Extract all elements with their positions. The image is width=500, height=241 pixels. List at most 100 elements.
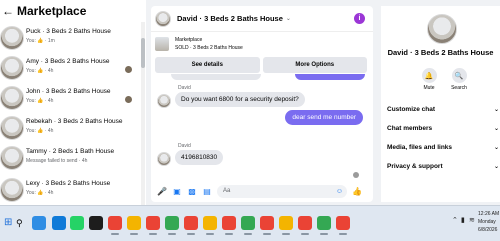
running-indicator	[339, 233, 347, 235]
chrome-icon[interactable]	[260, 216, 274, 230]
chrome-icon[interactable]	[108, 216, 122, 230]
chrome-icon[interactable]	[241, 216, 255, 230]
running-indicator	[244, 233, 252, 235]
listing-thumbnail	[0, 86, 24, 110]
previous-message-bubble	[171, 74, 261, 80]
menu-privacy-support[interactable]: Privacy & support ⌄	[387, 163, 500, 170]
chrome-icon[interactable]	[127, 216, 141, 230]
sticker-icon[interactable]: ▩	[187, 186, 197, 196]
listing-card[interactable]: Marketplace SOLD · 3 Beds 2 Baths House	[155, 36, 365, 54]
message-input[interactable]: Aa ☺	[217, 184, 347, 198]
listing-thumbnail	[155, 37, 169, 51]
chevron-down-icon: ⌄	[493, 107, 499, 113]
message-composer: 🎤 ▣ ▩ ▤ Aa ☺ 👍	[151, 180, 373, 202]
conversation-preview: You: 👍 · 4h	[26, 98, 54, 104]
chrome-icon[interactable]	[165, 216, 179, 230]
seen-avatar-badge	[125, 96, 132, 103]
chrome-icon[interactable]	[279, 216, 293, 230]
terminal-icon[interactable]	[89, 216, 103, 230]
profile-name: David · 3 Beds 2 Baths House	[387, 48, 494, 57]
store-icon[interactable]	[52, 216, 66, 230]
sender-avatar	[157, 94, 171, 108]
chat-panel: David · 3 Beds 2 Baths House ⌄ i Marketp…	[151, 6, 373, 202]
menu-customize-chat[interactable]: Customize chat ⌄	[387, 106, 500, 113]
chevron-down-icon[interactable]: ⌄	[286, 15, 291, 22]
search-action[interactable]: 🔍 Search	[447, 68, 471, 91]
menu-media-files-links[interactable]: Media, files and links ⌄	[387, 144, 500, 151]
chevron-down-icon: ⌄	[493, 145, 499, 151]
seen-avatar-badge	[125, 66, 132, 73]
incoming-message: Do you want 6800 for a security deposit?	[175, 92, 305, 107]
search-icon[interactable]: ⚲	[16, 216, 30, 230]
running-indicator	[168, 233, 176, 235]
conversation-scrollbar[interactable]	[141, 22, 145, 205]
search-icon[interactable]: 🔍	[451, 68, 467, 83]
left-header: ← Marketplace	[0, 0, 146, 22]
wifi-icon[interactable]: ≋	[469, 216, 475, 224]
running-indicator	[111, 233, 119, 235]
conversation-item[interactable]: Rebekah · 3 Beds 2 Baths House You: 👍 · …	[0, 112, 140, 142]
conversation-item[interactable]: Tammy · 2 Beds 1 Bath House Message fail…	[0, 142, 140, 172]
emoji-icon[interactable]: ☺	[336, 185, 343, 198]
chrome-icon[interactable]	[336, 216, 350, 230]
conversation-preview: You: 👍 · 1m	[26, 38, 55, 44]
image-icon[interactable]: ▣	[172, 186, 182, 196]
chat-details-panel: David · 3 Beds 2 Baths House 🔔 Mute 🔍 Se…	[381, 6, 500, 202]
conversation-title: Puck · 3 Beds 2 Baths House	[26, 28, 111, 35]
chrome-icon[interactable]	[222, 216, 236, 230]
clock-time[interactable]: 12:26 AM	[478, 211, 499, 217]
sender-avatar	[157, 152, 171, 166]
conversation-list-panel: ← Marketplace Puck · 3 Beds 2 Baths Hous…	[0, 0, 146, 205]
chrome-icon[interactable]	[317, 216, 331, 230]
conversation-preview: You: 👍 · 4h	[26, 190, 54, 196]
gif-icon[interactable]: ▤	[202, 186, 212, 196]
chevron-down-icon: ⌄	[493, 164, 499, 170]
listing-thumbnail	[0, 26, 24, 50]
running-indicator	[225, 233, 233, 235]
chrome-icon[interactable]	[146, 216, 160, 230]
chat-title[interactable]: David · 3 Beds 2 Baths House	[177, 14, 283, 23]
mute-action[interactable]: 🔔 Mute	[417, 68, 441, 91]
battery-icon[interactable]: ▮	[461, 216, 465, 224]
scrollbar-thumb[interactable]	[141, 38, 145, 68]
chrome-icon[interactable]	[203, 216, 217, 230]
chevron-down-icon: ⌄	[493, 126, 499, 132]
clock-date[interactable]: 6/8/2026	[478, 227, 497, 233]
listing-thumbnail	[0, 146, 24, 170]
running-indicator	[130, 233, 138, 235]
chrome-icon[interactable]	[184, 216, 198, 230]
profile-picture[interactable]	[427, 14, 457, 44]
incoming-message: 4196810830	[175, 150, 224, 165]
see-details-button[interactable]: See details	[155, 57, 260, 73]
conversation-item[interactable]: Lexy · 3 Beds 2 Baths House You: 👍 · 4h	[0, 174, 140, 204]
read-receipt-avatar	[353, 172, 359, 178]
conversation-item[interactable]: Amy · 3 Beds 2 Baths House You: 👍 · 4h	[0, 52, 140, 82]
conversation-title: Amy · 3 Beds 2 Baths House	[26, 58, 110, 65]
microphone-icon[interactable]: 🎤	[157, 186, 167, 196]
conversation-title: John · 3 Beds 2 Baths House	[26, 88, 111, 95]
clock-day[interactable]: Monday	[478, 219, 496, 225]
message-sender: David	[178, 143, 191, 149]
mute-label: Mute	[423, 85, 435, 91]
running-indicator	[282, 233, 290, 235]
whatsapp-icon[interactable]	[70, 216, 84, 230]
listing-thumbnail	[0, 178, 24, 202]
info-icon[interactable]: i	[354, 13, 365, 24]
tray-chevron-icon[interactable]: ⌃	[452, 216, 458, 224]
listing-actions: See details More Options	[155, 57, 367, 73]
running-indicator	[320, 233, 328, 235]
menu-chat-members[interactable]: Chat members ⌄	[387, 125, 500, 132]
running-indicator	[206, 233, 214, 235]
search-label: Search	[451, 85, 467, 91]
back-arrow-icon[interactable]: ←	[2, 4, 14, 18]
bell-icon[interactable]: 🔔	[421, 68, 437, 83]
edge-icon[interactable]	[32, 216, 46, 230]
listing-status: SOLD · 3 Beds 2 Baths House	[175, 45, 243, 51]
thumbs-up-icon[interactable]: 👍	[352, 186, 362, 196]
conversation-item[interactable]: John · 3 Beds 2 Baths House You: 👍 · 4h	[0, 82, 140, 112]
listing-source: Marketplace	[175, 37, 203, 43]
chat-avatar[interactable]	[155, 10, 171, 27]
chrome-icon[interactable]	[298, 216, 312, 230]
conversation-item[interactable]: Puck · 3 Beds 2 Baths House You: 👍 · 1m	[0, 22, 140, 52]
more-options-button[interactable]: More Options	[262, 57, 367, 73]
